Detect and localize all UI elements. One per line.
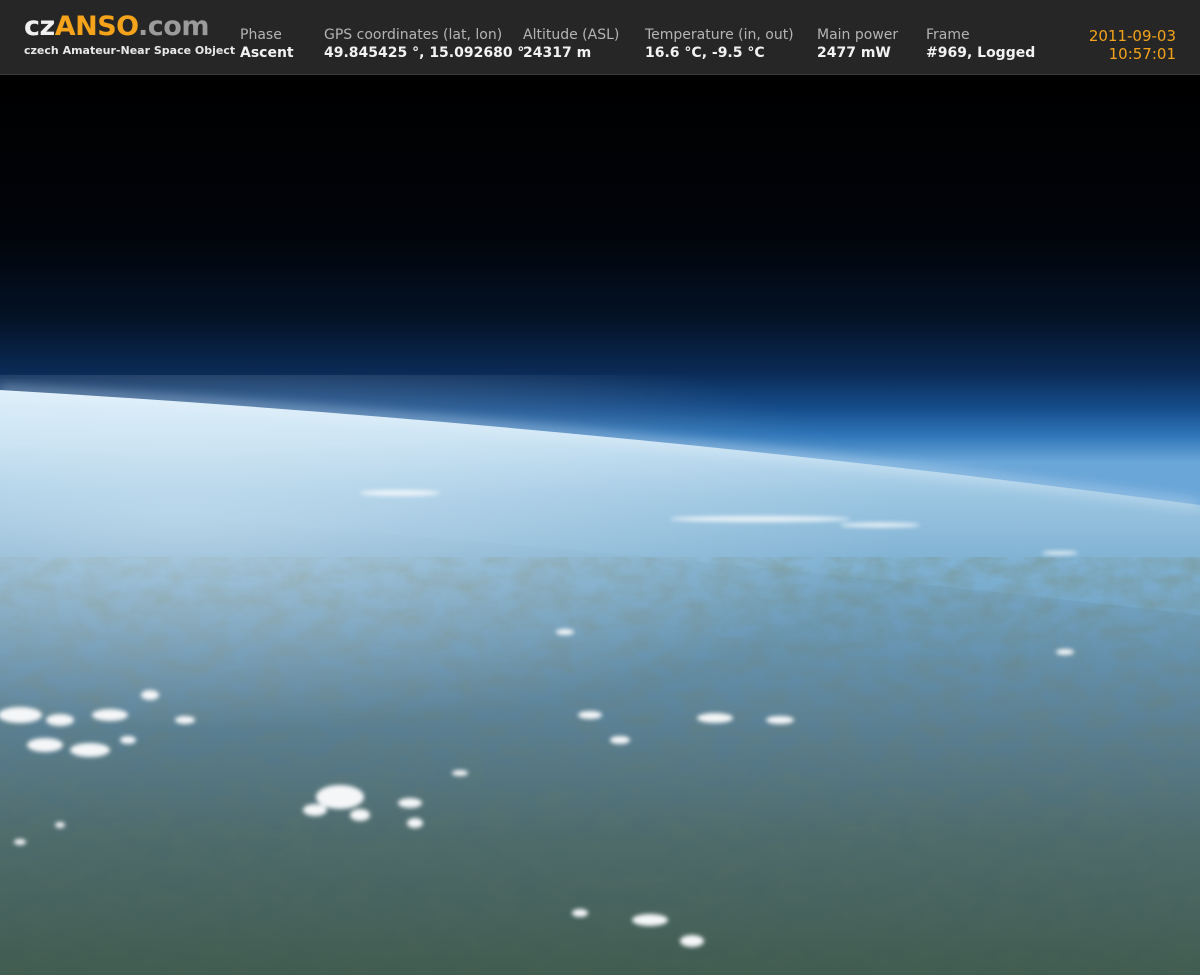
telemetry-header: czANSO.com czech Amateur-Near Space Obje…	[0, 0, 1200, 75]
logo: czANSO.com czech Amateur-Near Space Obje…	[24, 12, 236, 58]
field-temperature: Temperature (in, out) 16.6 °C, -9.5 °C	[645, 27, 794, 63]
field-value: Ascent	[240, 45, 294, 61]
field-label: Frame	[926, 27, 970, 43]
field-value: 24317 m	[523, 45, 592, 61]
field-label: GPS coordinates (lat, lon)	[324, 27, 503, 43]
logo-cz: cz	[24, 11, 55, 42]
logo-anso: ANSO	[54, 11, 139, 42]
field-label: Altitude (ASL)	[523, 27, 620, 43]
field-label: Temperature (in, out)	[645, 27, 794, 43]
logo-domain: .com	[138, 11, 209, 42]
field-phase: Phase Ascent	[240, 27, 294, 63]
logo-wordmark: czANSO.com	[24, 12, 224, 42]
field-value: #969, Logged	[926, 45, 1036, 61]
field-value: 16.6 °C, -9.5 °C	[645, 45, 765, 61]
field-value: 49.845425 °, 15.092680 °	[324, 45, 525, 61]
timestamp-time: 10:57:01	[1108, 45, 1176, 63]
field-value: 2477 mW	[817, 45, 891, 61]
field-altitude: Altitude (ASL) 24317 m	[523, 27, 619, 63]
logo-subtitle: czech Amateur-Near Space Object	[24, 44, 236, 57]
photo-illustration	[0, 75, 1200, 975]
earth-horizon-photo	[0, 75, 1200, 975]
field-main-power: Main power 2477 mW	[817, 27, 898, 63]
field-label: Main power	[817, 27, 899, 43]
field-gps: GPS coordinates (lat, lon) 49.845425 °, …	[324, 27, 524, 63]
timestamp-date: 2011-09-03	[1088, 27, 1176, 45]
field-label: Phase	[240, 27, 282, 43]
timestamp: 2011-09-03 10:57:01	[1089, 27, 1176, 63]
field-frame: Frame #969, Logged	[926, 27, 1035, 63]
